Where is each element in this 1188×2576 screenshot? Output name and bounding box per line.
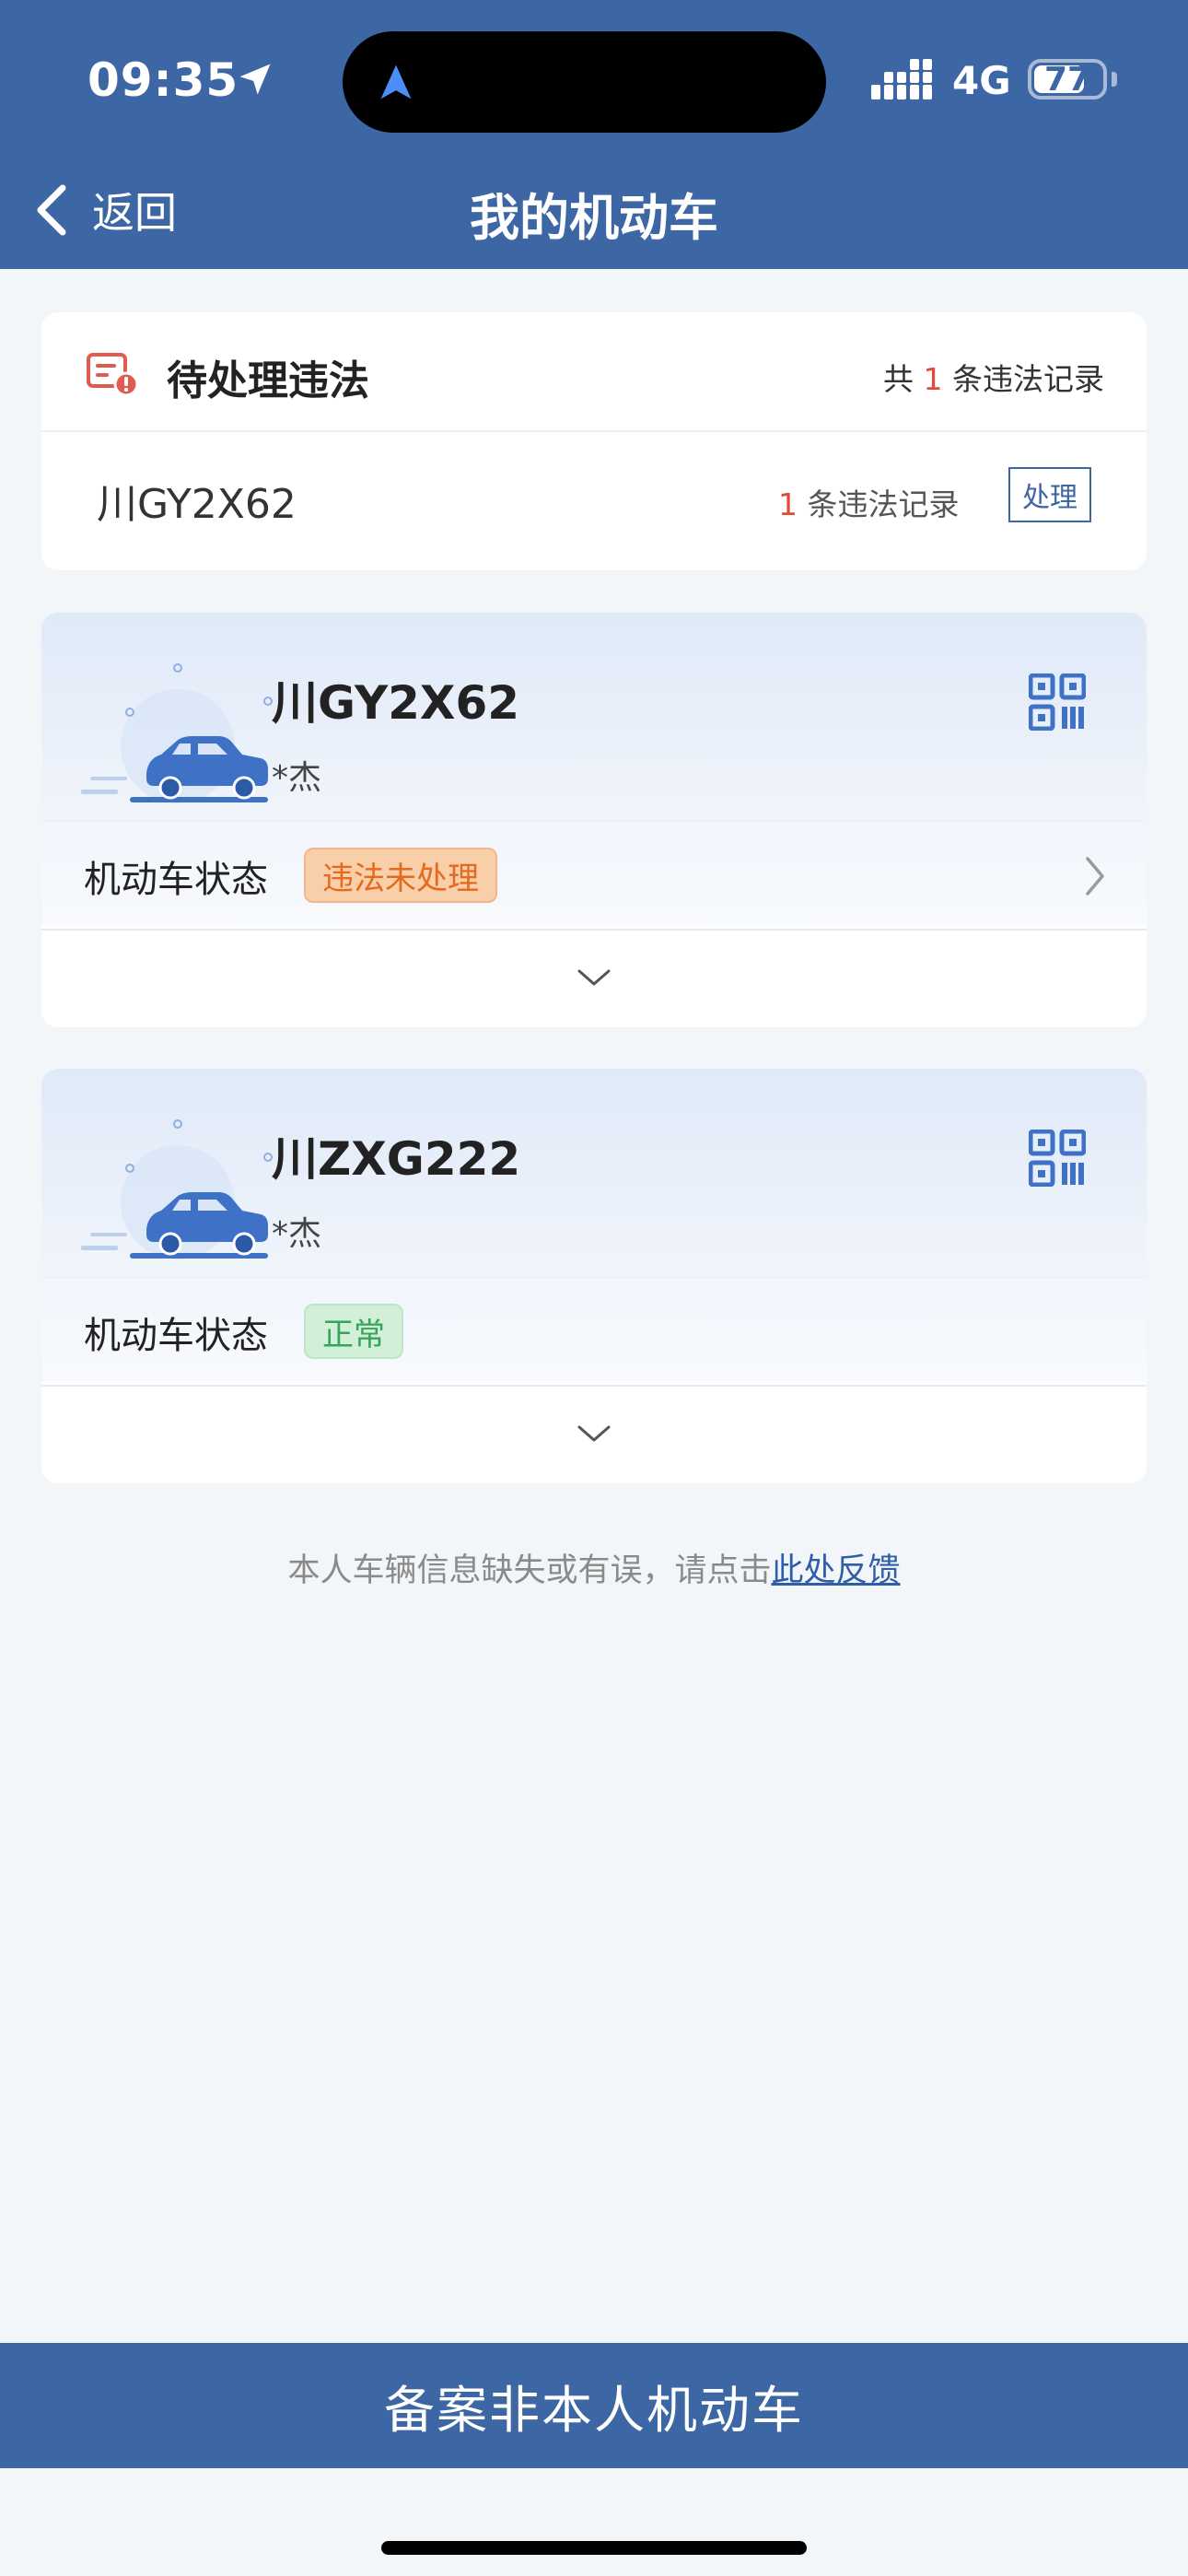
violation-count-suffix: 条违法记录 [807, 486, 960, 522]
car-illustration-icon [81, 663, 273, 803]
violations-total: 共 1 条违法记录 [883, 355, 1104, 399]
vehicle-card: 川ZXG222 *杰 机动车状态 正常 [41, 1069, 1147, 1483]
battery-cap [1112, 72, 1117, 87]
vehicle-status-row: 机动车状态 正常 [41, 1276, 1147, 1383]
vehicle-header: 川ZXG222 *杰 机动车状态 正常 [41, 1069, 1147, 1382]
feedback-text: 本人车辆信息缺失或有误，请点击此处反馈 [0, 1544, 1188, 1591]
navigation-icon [380, 64, 412, 100]
dynamic-island [343, 31, 826, 133]
total-count: 1 [923, 361, 943, 397]
register-other-vehicle-button[interactable]: 备案非本人机动车 [0, 2343, 1188, 2468]
status-badge: 正常 [304, 1304, 403, 1359]
violation-count-number: 1 [778, 486, 798, 522]
expand-button[interactable] [41, 929, 1147, 1027]
vehicle-header: 川GY2X62 *杰 机动车状态 违法未处理 [41, 613, 1147, 926]
vehicle-plate: 川GY2X62 [272, 676, 520, 730]
vehicle-card: 川GY2X62 *杰 机动车状态 违法未处理 [41, 613, 1147, 1027]
app-header: 09:35 4G 77 返回 我的机动车 [0, 0, 1188, 269]
status-time: 09:35 [87, 53, 239, 107]
handle-button[interactable]: 处理 [1008, 467, 1091, 522]
status-badge: 违法未处理 [304, 848, 497, 903]
violation-item: 川GY2X62 1 条违法记录 处理 [41, 434, 1147, 570]
status-label: 机动车状态 [84, 1315, 268, 1357]
car-illustration-icon [81, 1119, 273, 1259]
pending-violations-card: 待处理违法 共 1 条违法记录 川GY2X62 1 条违法记录 处理 [41, 312, 1147, 570]
total-suffix: 条违法记录 [952, 361, 1104, 397]
qr-code-icon[interactable] [1029, 1130, 1086, 1187]
violation-count: 1 条违法记录 [778, 480, 960, 524]
violations-title: 待处理违法 [167, 357, 369, 404]
home-indicator [381, 2541, 807, 2555]
chevron-down-icon [577, 969, 611, 986]
network-type: 4G [952, 58, 1011, 103]
page-title: 我的机动车 [470, 189, 718, 247]
vehicle-plate: 川ZXG222 [272, 1132, 521, 1186]
violations-header: 待处理违法 共 1 条违法记录 [41, 312, 1147, 432]
qr-code-icon[interactable] [1029, 673, 1086, 731]
chevron-down-icon [577, 1425, 611, 1442]
signal-icon [871, 59, 932, 100]
violation-plate: 川GY2X62 [97, 481, 297, 528]
chevron-right-icon [1086, 857, 1104, 896]
total-prefix: 共 [883, 361, 914, 397]
battery-percent: 77 [1043, 61, 1091, 99]
expand-button[interactable] [41, 1385, 1147, 1483]
feedback-link[interactable]: 此处反馈 [772, 1552, 901, 1589]
status-label: 机动车状态 [84, 859, 268, 901]
vehicle-owner: *杰 [272, 759, 322, 797]
battery-icon: 77 [1028, 59, 1107, 100]
violation-alert-icon [87, 353, 139, 397]
vehicle-owner: *杰 [272, 1215, 322, 1253]
location-arrow-icon [239, 64, 271, 95]
vehicle-status-row[interactable]: 机动车状态 违法未处理 [41, 820, 1147, 927]
feedback-prompt: 本人车辆信息缺失或有误，请点击 [287, 1552, 772, 1589]
